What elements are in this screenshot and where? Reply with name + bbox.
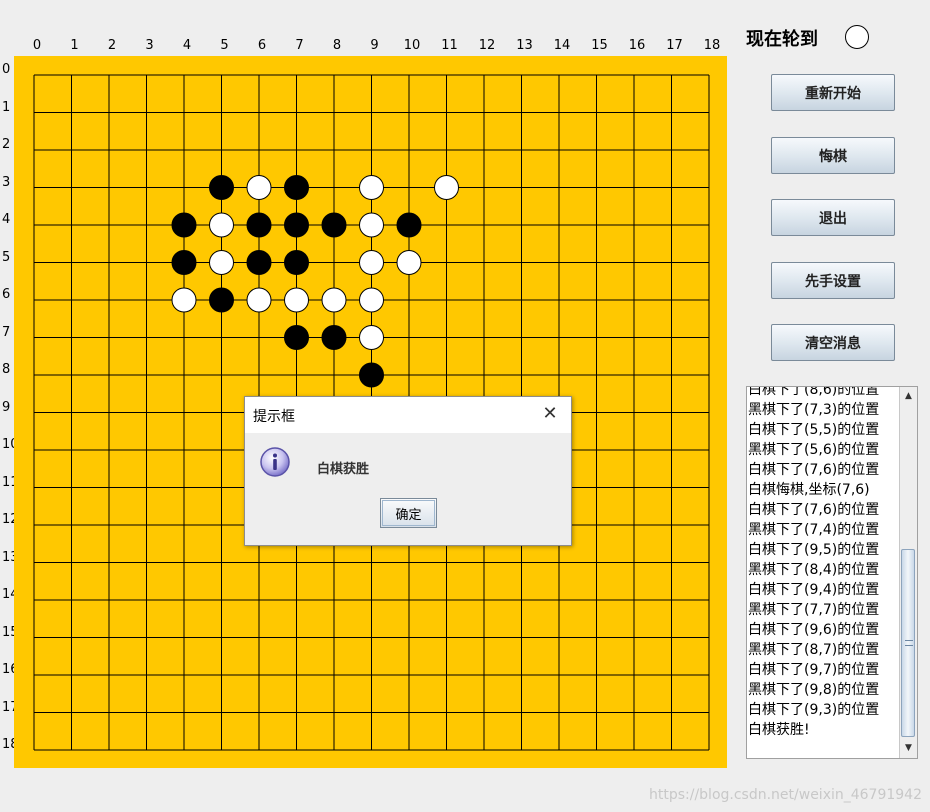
column-label: 11 xyxy=(441,38,458,53)
column-label: 5 xyxy=(220,38,229,53)
black-stone xyxy=(284,212,309,238)
log-entry: 白棋下了(9,7)的位置 xyxy=(748,662,880,678)
column-label: 10 xyxy=(403,38,421,53)
log-entry: 白棋下了(9,5)的位置 xyxy=(748,542,880,558)
black-stone xyxy=(209,287,234,313)
white-stone xyxy=(284,287,309,313)
white-stone xyxy=(209,250,234,275)
log-entry: 黑棋下了(7,3)的位置 xyxy=(748,402,880,418)
scroll-down-arrow-icon[interactable]: ▼ xyxy=(901,741,916,756)
white-stone xyxy=(359,212,384,238)
current-turn-stone xyxy=(845,25,869,49)
close-icon[interactable]: ✕ xyxy=(539,403,561,425)
column-label: 13 xyxy=(516,38,533,53)
black-stone xyxy=(246,250,272,275)
column-label: 18 xyxy=(703,38,721,53)
white-stone xyxy=(359,250,384,275)
log-entry: 黑棋下了(9,8)的位置 xyxy=(748,682,880,698)
black-stone xyxy=(171,212,197,238)
column-label: 9 xyxy=(370,38,379,53)
scroll-up-arrow-icon[interactable]: ▲ xyxy=(901,389,916,404)
black-stone xyxy=(284,175,309,200)
ok-button[interactable]: 确定 xyxy=(380,498,437,528)
white-stone xyxy=(359,325,384,350)
log-entry: 黑棋下了(7,4)的位置 xyxy=(748,522,880,538)
column-label: 15 xyxy=(591,38,608,53)
white-stone xyxy=(434,175,459,200)
black-stone xyxy=(246,212,272,238)
log-entry: 白棋悔棋,坐标(7,6) xyxy=(748,482,870,498)
watermark: https://blog.csdn.net/weixin_46791942 xyxy=(648,787,922,803)
log-entry: 白棋下了(9,3)的位置 xyxy=(748,702,880,718)
column-label: 12 xyxy=(478,38,496,53)
white-stone xyxy=(321,287,347,313)
dialog-titlebar[interactable]: 提示框 ✕ xyxy=(245,397,571,433)
message-log[interactable]: 白棋下了(8,6)的位置黑棋下了(7,3)的位置 白棋下了(5,5)的位置 黑棋下了… xyxy=(746,386,918,759)
black-stone xyxy=(284,325,309,350)
black-stone xyxy=(209,175,234,200)
column-label: 7 xyxy=(295,38,304,53)
column-axis: 0 1 2 3 4 5 6 7 8 9 10 11 12 13 14 15 16 17 18 xyxy=(0,0,740,60)
log-entry: 黑棋下了(5,6)的位置 xyxy=(748,442,880,458)
log-lines: 白棋下了(8,6)的位置黑棋下了(7,3)的位置 白棋下了(5,5)的位置 黑棋下了… xyxy=(748,386,898,740)
black-stone xyxy=(284,250,309,275)
log-entry: 黑棋下了(8,7)的位置 xyxy=(748,642,880,658)
column-label: 4 xyxy=(182,38,192,53)
column-label: 6 xyxy=(257,38,267,53)
undo-button[interactable]: 悔棋 xyxy=(771,137,895,174)
message-dialog[interactable]: 提示框 ✕ 白棋获胜 确定 xyxy=(244,396,572,546)
black-stone xyxy=(171,250,197,275)
black-stone xyxy=(321,212,347,238)
column-label: 0 xyxy=(32,38,42,53)
column-label: 17 xyxy=(666,38,683,53)
log-entry: 白棋获胜! xyxy=(748,722,810,738)
white-stone xyxy=(359,287,384,313)
first-move-settings-button[interactable]: 先手设置 xyxy=(771,262,895,299)
log-entry: 白棋下了(9,6)的位置 xyxy=(748,622,880,638)
white-stone xyxy=(396,250,422,275)
log-scrollbar[interactable]: ▲ ▼ xyxy=(899,387,917,758)
log-entry: 白棋下了(9,4)的位置 xyxy=(748,582,880,598)
dialog-message: 白棋获胜 xyxy=(317,462,370,477)
log-entry: 白棋下了(8,6)的位置 xyxy=(748,386,880,398)
log-entry: 黑棋下了(7,7)的位置 xyxy=(748,602,880,618)
clear-messages-button[interactable]: 清空消息 xyxy=(771,324,895,361)
exit-button[interactable]: 退出 xyxy=(771,199,895,236)
column-label: 1 xyxy=(70,38,79,53)
white-stone xyxy=(209,212,234,238)
white-stone xyxy=(359,175,384,200)
column-label: 2 xyxy=(107,38,117,53)
log-entry: 白棋下了(5,5)的位置 xyxy=(748,422,880,438)
column-label: 14 xyxy=(553,38,571,53)
white-stone xyxy=(171,287,197,313)
black-stone xyxy=(396,212,422,238)
restart-button[interactable]: 重新开始 xyxy=(771,74,895,111)
scroll-grip-icon xyxy=(905,640,913,646)
column-label: 3 xyxy=(145,38,154,53)
scroll-thumb[interactable] xyxy=(901,549,915,737)
white-stone xyxy=(246,175,272,200)
column-label: 8 xyxy=(332,38,342,53)
log-entry: 白棋下了(7,6)的位置 xyxy=(748,462,880,478)
turn-label: 现在轮到 xyxy=(746,29,818,50)
log-entry: 白棋下了(7,6)的位置 xyxy=(748,502,880,518)
info-icon xyxy=(260,447,290,477)
column-label: 16 xyxy=(628,38,646,53)
dialog-title: 提示框 xyxy=(253,409,295,425)
black-stone xyxy=(321,325,347,350)
black-stone xyxy=(359,362,384,388)
white-stone xyxy=(246,287,272,313)
log-entry: 黑棋下了(8,4)的位置 xyxy=(748,562,880,578)
